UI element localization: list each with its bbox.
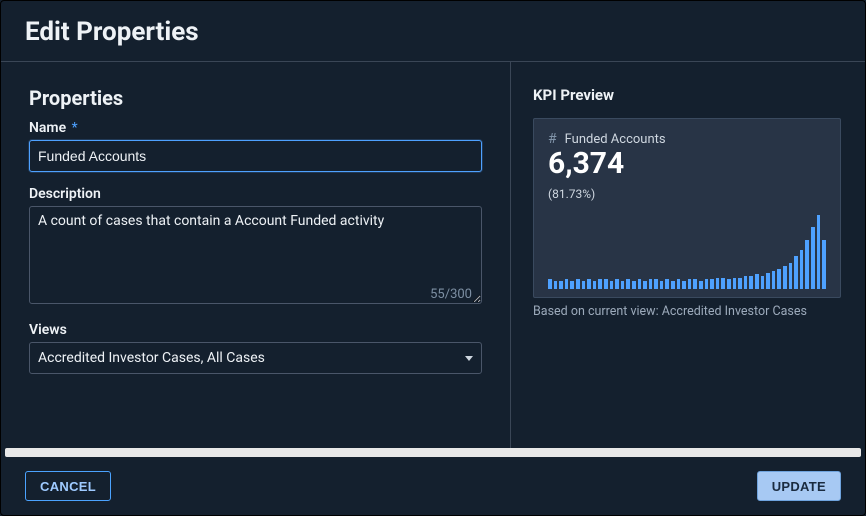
description-wrap: 55/300 (29, 206, 482, 308)
description-label: Description (29, 186, 482, 202)
spark-bar (682, 281, 686, 289)
modal-body: Properties Name * Description 55/300 Vie… (1, 62, 865, 448)
spark-bar (576, 279, 580, 289)
spark-bar (749, 276, 753, 289)
spark-bar (604, 279, 608, 289)
kpi-name: Funded Accounts (565, 132, 666, 147)
spark-bar (777, 269, 781, 289)
spark-bar (587, 279, 591, 289)
spark-bar (705, 279, 709, 289)
spark-bar (665, 279, 669, 289)
name-field-group: Name * (29, 120, 482, 172)
spark-bar (565, 279, 569, 289)
spark-bar (615, 279, 619, 289)
spark-bar (817, 215, 821, 289)
chevron-down-icon (465, 356, 473, 361)
kpi-value: 6,374 (548, 149, 826, 179)
spark-bar (688, 279, 692, 289)
spark-bar (643, 281, 647, 289)
kpi-name-row: # Funded Accounts (548, 131, 826, 147)
spark-bar (789, 263, 793, 289)
name-input[interactable] (29, 140, 482, 172)
spark-bar (783, 266, 787, 289)
spark-bar (671, 281, 675, 289)
spark-bar (621, 281, 625, 289)
spark-bar (660, 281, 664, 289)
spark-bar (626, 279, 630, 289)
spark-bar (610, 281, 614, 289)
kpi-percentage: (81.73%) (548, 187, 826, 201)
kpi-preview-panel: KPI Preview # Funded Accounts 6,374 (81.… (511, 62, 865, 448)
hash-icon: # (548, 131, 557, 147)
spark-bar (593, 281, 597, 289)
cancel-button[interactable]: CANCEL (25, 471, 111, 501)
required-asterisk: * (72, 120, 78, 136)
spark-bar (744, 276, 748, 289)
properties-section-title: Properties (29, 86, 482, 110)
spark-bar (794, 256, 798, 289)
views-label: Views (29, 322, 482, 338)
views-select[interactable]: Accredited Investor Cases, All Cases (29, 342, 482, 374)
spark-bar (822, 240, 826, 289)
spark-bar (649, 279, 653, 289)
spark-bar (582, 281, 586, 289)
spark-bar (554, 281, 558, 289)
spark-bar (721, 278, 725, 290)
spark-bar (559, 281, 563, 289)
update-button[interactable]: UPDATE (757, 471, 841, 501)
spark-bar (733, 278, 737, 290)
spark-bar (693, 279, 697, 289)
spark-bar (738, 278, 742, 290)
spark-bar (761, 276, 765, 289)
name-label-text: Name (29, 120, 66, 136)
modal-title: Edit Properties (25, 17, 841, 47)
views-select-value: Accredited Investor Cases, All Cases (38, 350, 265, 366)
spark-bar (766, 273, 770, 289)
kpi-caption: Based on current view: Accredited Invest… (533, 304, 841, 319)
description-textarea[interactable] (29, 206, 482, 304)
modal-header: Edit Properties (1, 1, 865, 62)
modal-footer: CANCEL UPDATE (1, 457, 865, 515)
properties-panel: Properties Name * Description 55/300 Vie… (1, 62, 511, 448)
spark-bar (654, 279, 658, 289)
spark-bar (727, 279, 731, 289)
spark-bar (638, 279, 642, 289)
edit-properties-modal: Edit Properties Properties Name * Descri… (0, 0, 866, 516)
spark-bar (800, 250, 804, 289)
kpi-sparkline-chart (548, 215, 826, 289)
spark-bar (677, 279, 681, 289)
description-field-group: Description 55/300 (29, 186, 482, 308)
spark-bar (811, 227, 815, 289)
kpi-card: # Funded Accounts 6,374 (81.73%) (533, 118, 841, 298)
kpi-preview-title: KPI Preview (533, 86, 841, 104)
spark-bar (772, 271, 776, 289)
spark-bar (598, 279, 602, 289)
spark-bar (755, 274, 759, 289)
spark-bar (632, 281, 636, 289)
horizontal-scrollbar[interactable] (5, 448, 861, 457)
spark-bar (548, 279, 552, 289)
spark-bar (570, 281, 574, 289)
spark-bar (805, 240, 809, 289)
views-field-group: Views Accredited Investor Cases, All Cas… (29, 322, 482, 374)
spark-bar (716, 278, 720, 290)
spark-bar (710, 279, 714, 289)
name-label: Name * (29, 120, 482, 136)
spark-bar (699, 281, 703, 289)
